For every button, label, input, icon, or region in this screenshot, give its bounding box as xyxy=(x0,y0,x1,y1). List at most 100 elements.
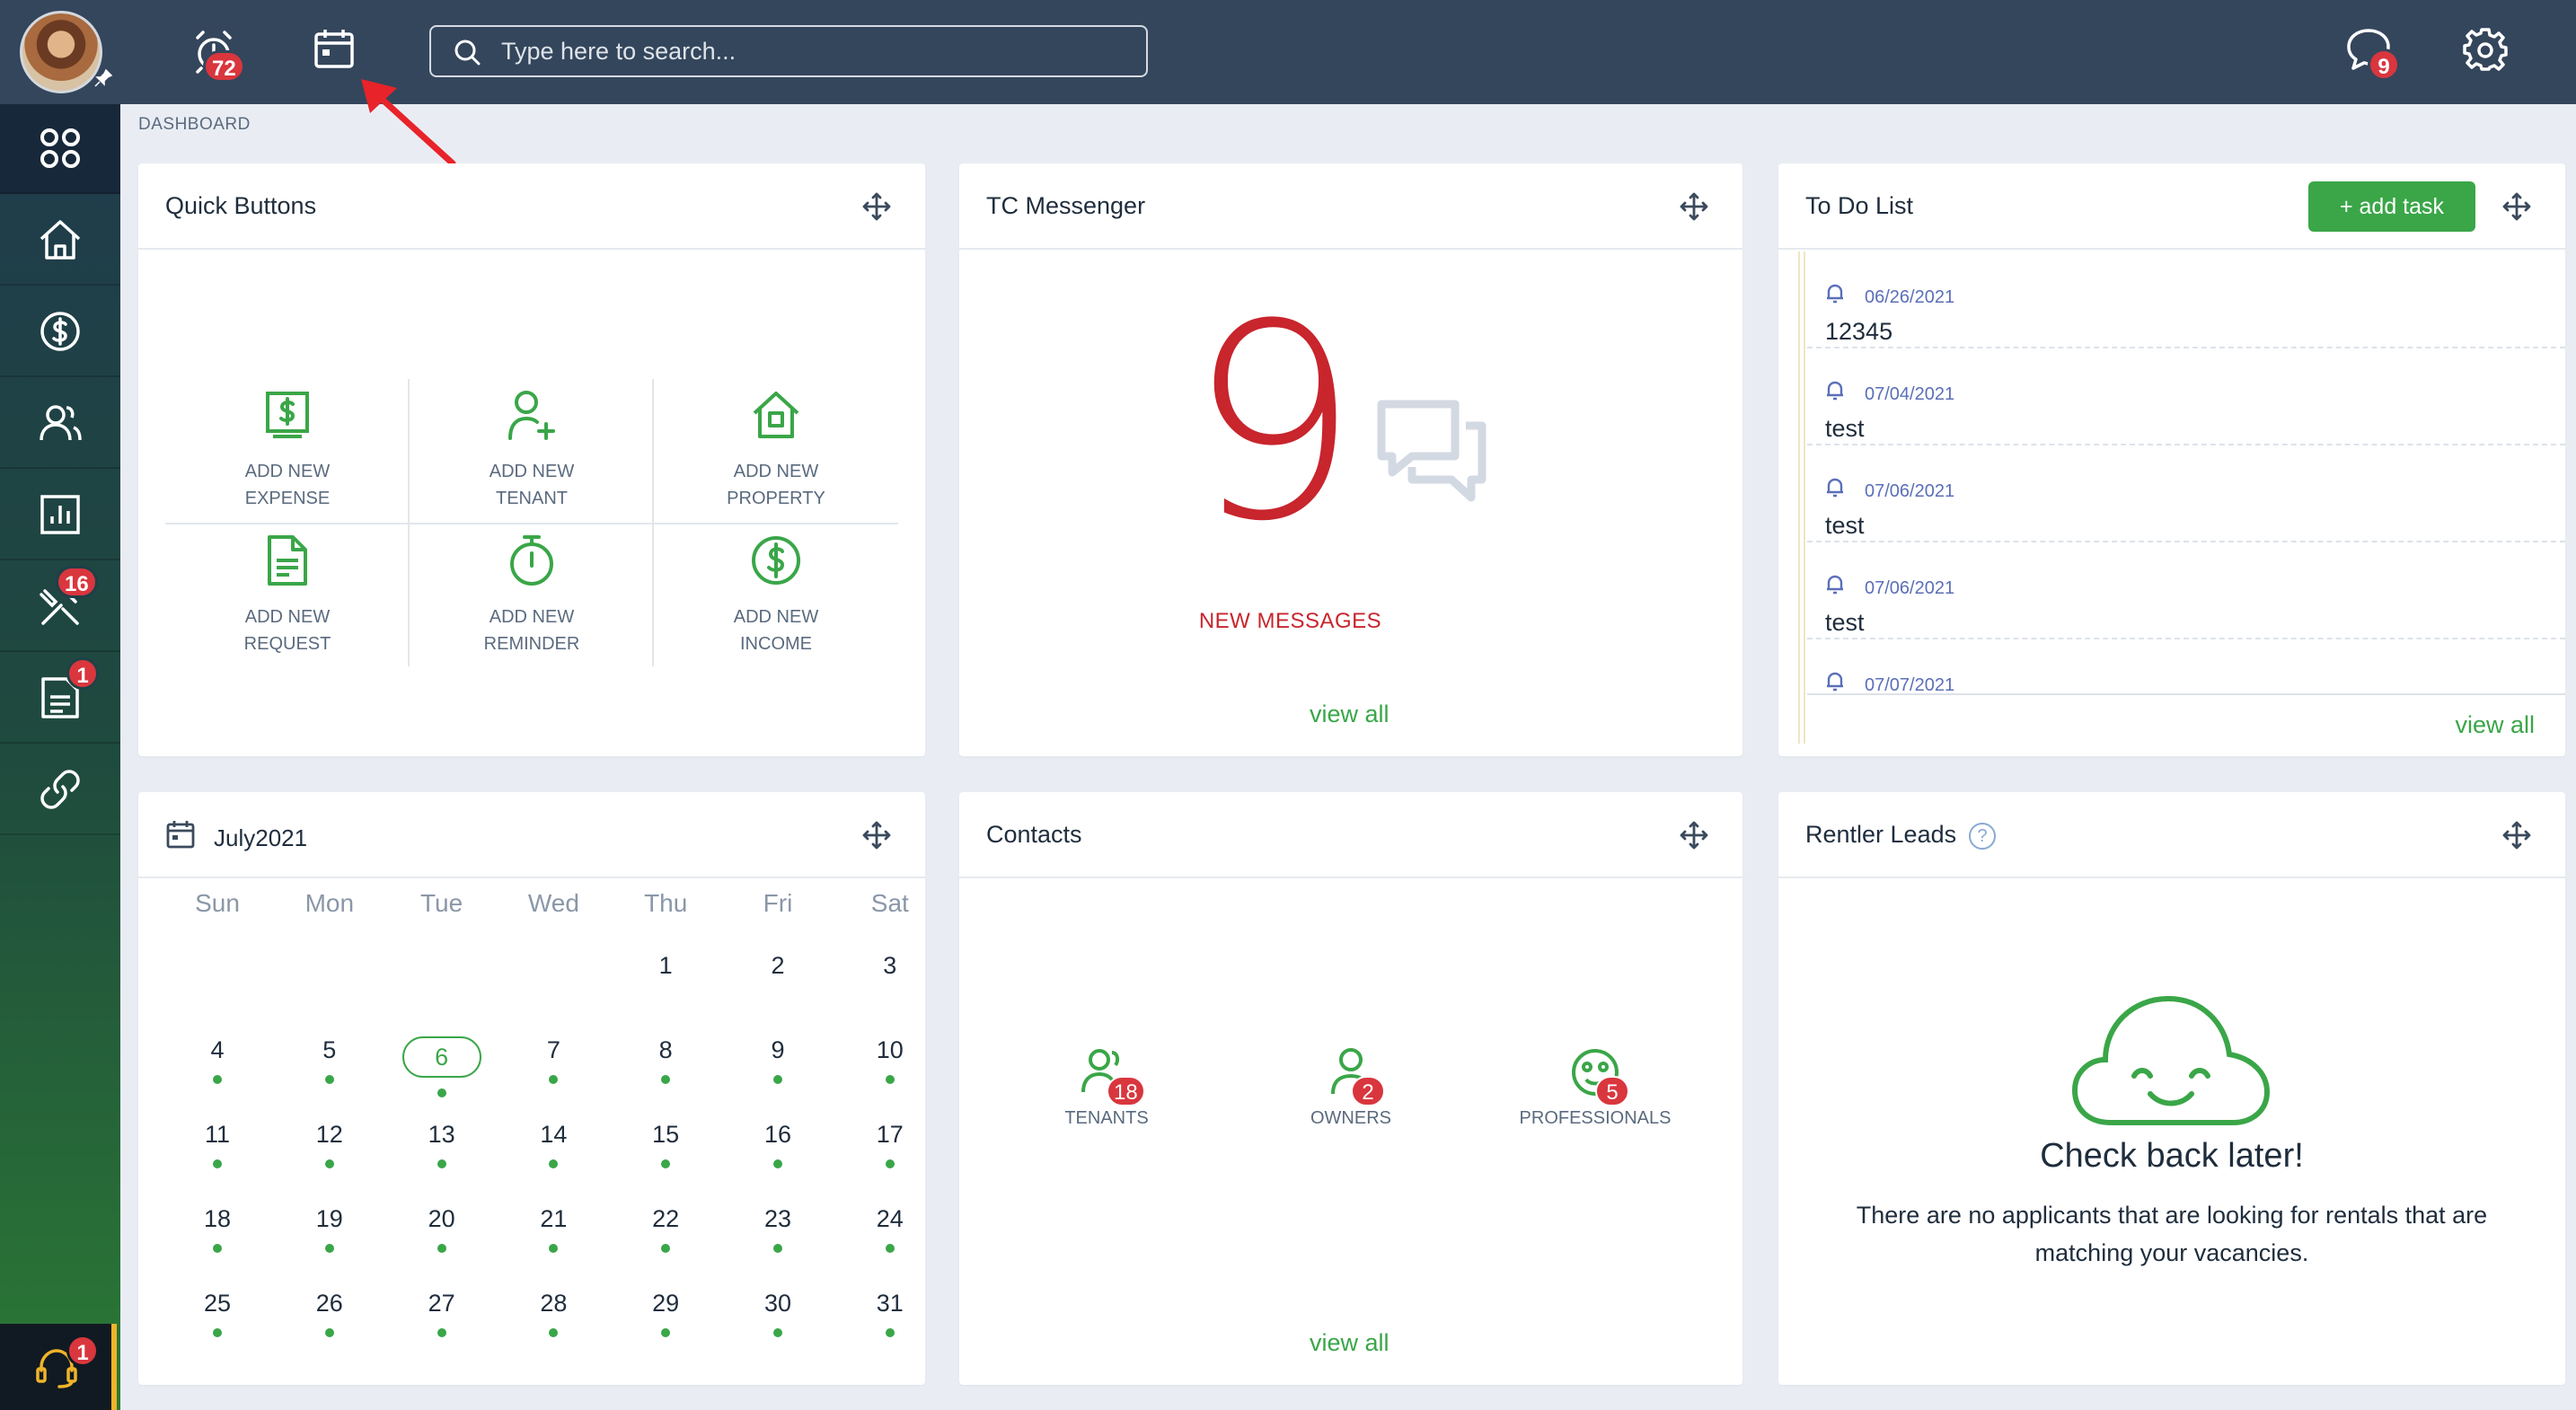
calendar-icon[interactable] xyxy=(313,27,356,70)
calendar-day[interactable]: 27 xyxy=(390,1290,494,1337)
move-icon[interactable] xyxy=(1680,821,1708,850)
search-icon xyxy=(454,40,481,66)
calendar-day[interactable]: 18 xyxy=(165,1205,269,1253)
calendar-day[interactable]: 7 xyxy=(501,1036,605,1084)
todo-view-all-link[interactable]: view all xyxy=(2455,711,2535,739)
add-tenant-button[interactable]: ADD NEW TENANT xyxy=(410,379,654,523)
calendar-day[interactable]: 1 xyxy=(613,952,718,980)
contacts-card: Contacts 18 TENANTS 2 OWNERS 5 PROFESSIO… xyxy=(959,792,1742,1385)
todo-list[interactable]: 06/26/2021 12345 07/04/2021 test 07/06/2… xyxy=(1807,251,2565,695)
calendar-day[interactable]: 15 xyxy=(613,1121,718,1168)
documents-badge: 1 xyxy=(66,657,99,690)
sidebar-item-reports[interactable] xyxy=(0,471,120,560)
move-icon[interactable] xyxy=(862,821,891,850)
calendar-day[interactable]: 23 xyxy=(726,1205,830,1253)
gear-icon[interactable] xyxy=(2463,27,2508,72)
search-input[interactable] xyxy=(501,27,1130,75)
event-dot xyxy=(324,1075,334,1084)
move-icon[interactable] xyxy=(2502,821,2531,850)
calendar-day[interactable]: 25 xyxy=(165,1290,269,1337)
sidebar-item-documents[interactable]: 1 xyxy=(0,654,120,744)
move-icon[interactable] xyxy=(2502,192,2531,221)
calendar-day[interactable]: 14 xyxy=(501,1121,605,1168)
todo-item[interactable]: 07/04/2021 test xyxy=(1807,348,2565,445)
calendar-day[interactable]: 3 xyxy=(838,952,942,980)
calendar-day[interactable]: 24 xyxy=(838,1205,942,1253)
contacts-tenants[interactable]: 18 TENANTS xyxy=(999,1045,1214,1129)
support-button[interactable]: 1 xyxy=(0,1324,117,1410)
calendar-day[interactable]: 4 xyxy=(165,1036,269,1084)
bell-icon xyxy=(1827,478,1843,498)
card-title: Contacts xyxy=(986,821,1082,848)
add-property-button[interactable]: ADD NEW PROPERTY xyxy=(654,379,898,523)
add-task-button[interactable]: + add task xyxy=(2308,181,2475,232)
event-dot xyxy=(773,1075,782,1084)
calendar-day-today[interactable]: 6 xyxy=(390,1036,494,1097)
event-dot xyxy=(213,1244,222,1253)
contacts-professionals[interactable]: 5 PROFESSIONALS xyxy=(1487,1045,1703,1129)
calendar-day[interactable]: 28 xyxy=(501,1290,605,1337)
user-avatar[interactable] xyxy=(20,11,102,93)
calendar-day[interactable]: 5 xyxy=(278,1036,382,1084)
event-dot xyxy=(437,1159,446,1168)
todo-item[interactable]: 07/07/2021 xyxy=(1807,639,2565,695)
calendar-day[interactable]: 21 xyxy=(501,1205,605,1253)
help-icon[interactable]: ? xyxy=(1969,823,1996,850)
todo-text: 12345 xyxy=(1825,318,1893,345)
dashboard-grid-icon xyxy=(40,128,80,168)
card-title: Quick Buttons xyxy=(165,192,317,219)
support-badge: 1 xyxy=(66,1335,99,1367)
sidebar-item-properties[interactable] xyxy=(0,196,120,286)
move-icon[interactable] xyxy=(1680,192,1708,221)
todo-item[interactable]: 07/06/2021 test xyxy=(1807,542,2565,639)
professionals-count-badge: 5 xyxy=(1595,1076,1629,1106)
calendar-day[interactable]: 29 xyxy=(613,1290,718,1337)
calendar-day[interactable]: 13 xyxy=(390,1121,494,1168)
sidebar-item-accounting[interactable] xyxy=(0,287,120,377)
calendar-day[interactable]: 19 xyxy=(278,1205,382,1253)
event-dot xyxy=(773,1244,782,1253)
move-icon[interactable] xyxy=(862,192,891,221)
bell-icon xyxy=(1827,672,1843,692)
search-box[interactable] xyxy=(429,25,1148,77)
todo-card: To Do List + add task 06/26/2021 12345 0… xyxy=(1778,163,2565,756)
sidebar-item-dashboard[interactable] xyxy=(0,104,120,194)
messenger-view-all-link[interactable]: view all xyxy=(1310,701,1389,728)
bell-icon xyxy=(1827,381,1843,401)
event-dot xyxy=(324,1244,334,1253)
people-icon xyxy=(40,405,82,441)
calendar-day[interactable]: 16 xyxy=(726,1121,830,1168)
add-income-button[interactable]: ADD NEW INCOME xyxy=(654,524,898,668)
event-dot xyxy=(549,1159,559,1168)
add-request-button[interactable]: ADD NEW REQUEST xyxy=(165,524,410,668)
sidebar-item-maintenance[interactable]: 16 xyxy=(0,562,120,652)
annotation-arrow xyxy=(361,79,456,167)
todo-item[interactable]: 06/26/2021 12345 xyxy=(1807,251,2565,348)
calendar-day[interactable]: 22 xyxy=(613,1205,718,1253)
calendar-day[interactable]: 8 xyxy=(613,1036,718,1084)
calendar-day[interactable]: 26 xyxy=(278,1290,382,1337)
contacts-view-all-link[interactable]: view all xyxy=(1310,1329,1389,1357)
calendar-day[interactable]: 20 xyxy=(390,1205,494,1253)
add-expense-button[interactable]: ADD NEW EXPENSE xyxy=(165,379,410,523)
todo-item[interactable]: 07/06/2021 test xyxy=(1807,445,2565,542)
bell-icon xyxy=(1827,284,1843,304)
calendar-day[interactable]: 17 xyxy=(838,1121,942,1168)
sidebar-item-contacts[interactable] xyxy=(0,379,120,469)
contacts-owners[interactable]: 2 OWNERS xyxy=(1243,1045,1459,1129)
calendar-day[interactable]: 30 xyxy=(726,1290,830,1337)
event-dot xyxy=(661,1244,671,1253)
event-dot xyxy=(773,1159,782,1168)
calendar-day[interactable]: 11 xyxy=(165,1121,269,1168)
add-reminder-button[interactable]: ADD NEW REMINDER xyxy=(410,524,654,668)
calendar-day[interactable]: 12 xyxy=(278,1121,382,1168)
calendar-day[interactable]: 31 xyxy=(838,1290,942,1337)
event-dot xyxy=(549,1328,559,1337)
calendar-day[interactable]: 9 xyxy=(726,1036,830,1084)
sidebar-item-links[interactable] xyxy=(0,745,120,835)
calendar-card: July2021 Sun Mon Tue Wed Thu Fri Sat 1 2 3 4 5 6 7 8 9 1… xyxy=(138,792,925,1385)
event-dot xyxy=(549,1244,559,1253)
event-dot xyxy=(885,1328,895,1337)
calendar-day[interactable]: 10 xyxy=(838,1036,942,1084)
calendar-day[interactable]: 2 xyxy=(726,952,830,980)
